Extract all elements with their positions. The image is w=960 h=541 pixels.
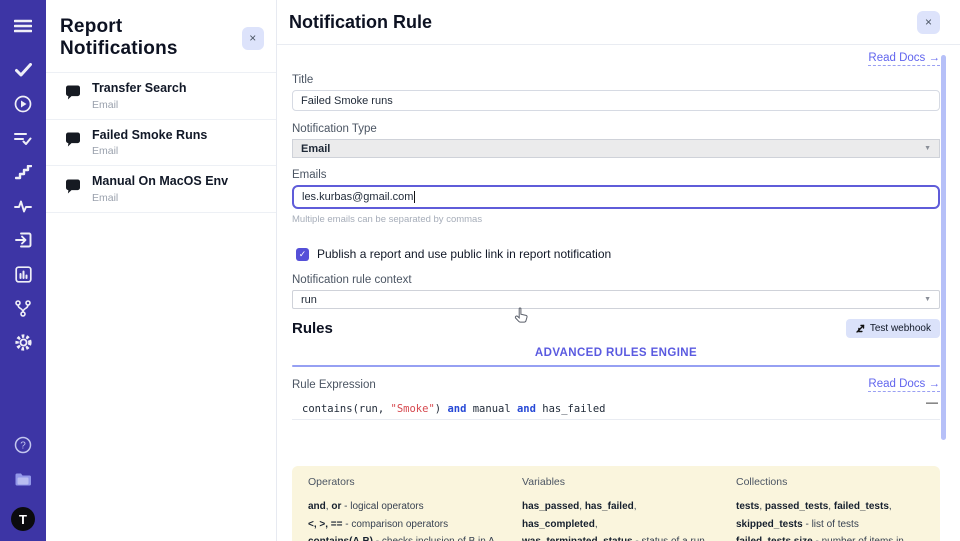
tab-underline	[292, 365, 940, 367]
gear-icon[interactable]	[11, 330, 35, 354]
notification-rule-channel: Email	[92, 192, 228, 204]
menu-icon[interactable]	[11, 14, 35, 38]
speech-bubble-icon	[64, 179, 82, 200]
publish-checkbox[interactable]: ✓	[296, 248, 309, 261]
notification-rule-panel: Notification Rule × Read Docs → Title Fa…	[277, 0, 960, 541]
help-icon[interactable]: ?	[11, 433, 35, 457]
help-line: was_terminated, status - status of a run	[522, 533, 710, 541]
context-label: Notification rule context	[292, 274, 940, 286]
notification-type-select[interactable]: Email ▼	[292, 139, 940, 158]
title-field-label: Title	[292, 74, 940, 86]
webhook-arrows-icon	[855, 324, 865, 334]
rule-expression-editor[interactable]: — contains(run, "Smoke") and manual and …	[292, 401, 940, 462]
resize-handle[interactable]: —	[926, 395, 938, 409]
help-column: Variables has_passed, has_failed, has_com…	[522, 476, 710, 541]
notification-rule-title: Manual On MacOS Env	[92, 174, 228, 190]
test-webhook-button[interactable]: Test webhook	[846, 319, 940, 338]
help-column: Collections tests, passed_tests, failed_t…	[736, 476, 924, 541]
title-input[interactable]: Failed Smoke runs	[292, 90, 940, 111]
chevron-down-icon: ▼	[924, 296, 931, 303]
read-docs-link-top[interactable]: Read Docs →	[868, 52, 940, 66]
help-line: and, or - logical operators	[308, 498, 496, 516]
help-line: <, >, == - comparison operators	[308, 516, 496, 534]
notification-rule-channel: Email	[92, 145, 207, 157]
check-icon[interactable]	[11, 58, 35, 82]
help-line: tests, passed_tests, failed_tests, skipp…	[736, 498, 924, 533]
panel-close-button[interactable]: ×	[242, 27, 265, 50]
folder-icon[interactable]	[11, 467, 35, 491]
bar-chart-icon[interactable]	[11, 262, 35, 286]
help-line: has_passed, has_failed, has_completed,	[522, 498, 710, 533]
expression-help-box: Operators and, or - logical operators<, >…	[292, 466, 940, 541]
list-check-icon[interactable]	[11, 126, 35, 150]
rules-heading: Rules	[292, 320, 333, 337]
notification-rule-item[interactable]: Manual On MacOS Env Email	[46, 166, 276, 213]
read-docs-link-rules[interactable]: Read Docs →	[868, 378, 940, 392]
panel-title: Report Notifications	[60, 16, 242, 60]
rule-expression-code[interactable]: contains(run, "Smoke") and manual and ha…	[292, 401, 940, 420]
emails-label: Emails	[292, 169, 940, 181]
svg-text:?: ?	[20, 441, 26, 452]
notification-rule-item[interactable]: Transfer Search Email	[46, 73, 276, 120]
emails-helper-text: Multiple emails can be separated by comm…	[292, 214, 940, 225]
help-column: Operators and, or - logical operators<, >…	[308, 476, 496, 541]
speech-bubble-icon	[64, 85, 82, 106]
text-cursor	[414, 191, 415, 203]
import-icon[interactable]	[11, 228, 35, 252]
play-circle-icon[interactable]	[11, 92, 35, 116]
notification-rule-channel: Email	[92, 99, 187, 111]
vertical-scrollbar[interactable]	[941, 55, 946, 440]
notification-type-label: Notification Type	[292, 123, 940, 135]
chevron-down-icon: ▼	[924, 145, 931, 152]
pulse-icon[interactable]	[11, 194, 35, 218]
page-title: Notification Rule	[289, 12, 432, 33]
context-select[interactable]: run ▼	[292, 290, 940, 309]
speech-bubble-icon	[64, 132, 82, 153]
branch-icon[interactable]	[11, 296, 35, 320]
icon-rail: ? T	[0, 0, 46, 541]
notification-rule-item[interactable]: Failed Smoke RunsEmail	[46, 120, 276, 167]
notification-rule-list: Transfer SearchEmailFailed Smoke RunsEma…	[46, 72, 276, 213]
tab-advanced-rules-engine[interactable]: ADVANCED RULES ENGINE	[529, 344, 703, 365]
notification-rule-title: Failed Smoke Runs	[92, 128, 207, 144]
main-close-button[interactable]: ×	[917, 11, 940, 34]
help-line: failed_tests.size - number of items in c…	[736, 533, 924, 541]
help-line: contains(A,B) - checks inclusion of B in…	[308, 533, 496, 541]
help-column-header: Collections	[736, 476, 924, 488]
app-window: ? T Report Notifications × Transfer Sear…	[0, 0, 960, 541]
emails-input[interactable]: les.kurbas@gmail.com	[292, 185, 940, 209]
help-column-header: Operators	[308, 476, 496, 488]
steps-icon[interactable]	[11, 160, 35, 184]
logo[interactable]: T	[11, 507, 35, 531]
report-notifications-panel: Report Notifications × Transfer Search Em…	[46, 0, 277, 541]
publish-checkbox-label: Publish a report and use public link in …	[317, 247, 611, 261]
notification-rule-title: Transfer Search	[92, 81, 187, 97]
rule-expression-label: Rule Expression	[292, 379, 376, 391]
help-column-header: Variables	[522, 476, 710, 488]
